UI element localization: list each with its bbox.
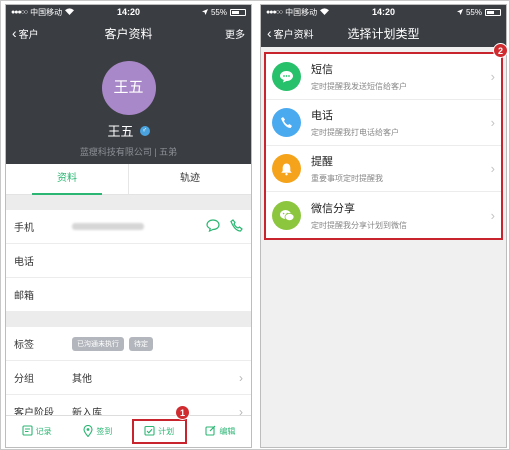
contact-section: 手机 电话 邮箱 xyxy=(6,210,251,312)
plan-desc: 重要事项定时提醒我 xyxy=(311,174,383,183)
chevron-right-icon: › xyxy=(490,161,495,176)
status-bar: ●●●○○ 中国移动 14:20 55% xyxy=(261,5,506,19)
email-label: 邮箱 xyxy=(14,291,34,302)
plan-label: 计划 xyxy=(158,427,175,436)
mobile-label: 手机 xyxy=(14,223,34,234)
plan-title: 电话 xyxy=(311,110,333,122)
chevron-right-icon: › xyxy=(490,69,495,84)
email-row[interactable]: 邮箱 xyxy=(6,278,251,312)
tag-chip: 已沟通未执行 xyxy=(72,336,124,351)
gender-icon: ♂ xyxy=(139,125,150,136)
tags-row[interactable]: 标签 已沟通未执行 待定 xyxy=(6,327,251,361)
more-button[interactable]: 更多 xyxy=(225,26,245,41)
mobile-row[interactable]: 手机 xyxy=(6,210,251,244)
group-value: 其他 xyxy=(72,374,92,385)
phone-icon xyxy=(272,108,301,137)
chevron-right-icon: › xyxy=(490,115,495,130)
customer-name-row: 王五 ♂ xyxy=(107,121,150,140)
plan-item-sms[interactable]: 短信 定时提醒我发送短信给客户 › xyxy=(266,54,501,100)
tags-label: 标签 xyxy=(14,340,34,351)
bell-icon xyxy=(272,154,301,183)
group-row[interactable]: 分组 其他 › xyxy=(6,361,251,395)
plan-title: 微信分享 xyxy=(311,202,355,215)
plan-title: 短信 xyxy=(311,64,333,76)
plan-item-reminder[interactable]: 提醒 重要事项定时提醒我 › xyxy=(266,146,501,192)
avatar[interactable]: 王五 xyxy=(101,61,156,115)
step-badge-2: 2 xyxy=(493,43,508,58)
plan-type-list: 短信 定时提醒我发送短信给客户 › 电话 定时提醒我打电话给客户 › 提醒 重要… xyxy=(264,52,503,240)
plan-desc: 定时提醒我打电话给客户 xyxy=(311,128,399,137)
checkin-button[interactable]: 签到 xyxy=(67,416,128,447)
back-label: 客户 xyxy=(18,29,39,41)
location-pin-icon xyxy=(83,424,93,439)
plan-icon xyxy=(144,425,155,438)
bottom-toolbar: 记录 签到 计划 编辑 xyxy=(6,415,251,447)
section-gap xyxy=(6,195,251,210)
profile-header: 王五 王五 ♂ 蓝瘦科技有限公司 | 五弟 xyxy=(6,47,251,164)
telephone-row[interactable]: 电话 xyxy=(6,244,251,278)
customer-profile-screen: ●●●○○ 中国移动 14:20 55% ‹ 客户 客户资料 更多 王五 王五 … xyxy=(5,4,252,448)
profile-tabs: 资料 轨迹 xyxy=(6,164,251,195)
status-time: 14:20 xyxy=(371,7,396,17)
tab-trajectory[interactable]: 轨迹 xyxy=(128,164,251,194)
step-badge-1: 1 xyxy=(175,405,190,420)
record-button[interactable]: 记录 xyxy=(6,416,67,447)
screenshot-frame: ●●●○○ 中国移动 14:20 55% ‹ 客户 客户资料 更多 王五 王五 … xyxy=(0,0,510,450)
message-icon[interactable] xyxy=(206,218,220,235)
edit-icon xyxy=(205,425,216,438)
plan-button[interactable]: 计划 xyxy=(129,416,190,447)
nav-bar: ‹ 客户 客户资料 更多 xyxy=(6,19,251,47)
phone-call-icon[interactable] xyxy=(230,218,243,235)
status-bar: ●●●○○ 中国移动 14:20 55% xyxy=(6,5,251,19)
page-title: 客户资料 xyxy=(104,26,153,41)
chevron-left-icon: ‹ xyxy=(267,25,272,41)
section-gap xyxy=(6,312,251,327)
checkin-label: 签到 xyxy=(96,427,113,436)
status-time: 14:20 xyxy=(116,7,141,17)
plan-title: 提醒 xyxy=(311,156,333,168)
plan-type-screen: ●●●○○ 中国移动 14:20 55% ‹ 客户资料 选择计划类型 短信 定时… xyxy=(260,4,507,448)
customer-company: 蓝瘦科技有限公司 | 五弟 xyxy=(79,147,178,157)
group-label: 分组 xyxy=(14,374,34,385)
edit-button[interactable]: 编辑 xyxy=(190,416,251,447)
record-label: 记录 xyxy=(35,427,52,436)
customer-name: 王五 xyxy=(107,124,134,139)
mobile-value-blurred xyxy=(72,223,144,230)
plan-item-phone[interactable]: 电话 定时提醒我打电话给客户 › xyxy=(266,100,501,146)
edit-label: 编辑 xyxy=(219,427,236,436)
chevron-right-icon: › xyxy=(490,207,495,223)
chevron-right-icon: › xyxy=(239,370,243,385)
tab-profile[interactable]: 资料 xyxy=(6,164,128,195)
battery-icon xyxy=(230,8,246,16)
wechat-icon xyxy=(272,200,301,230)
battery-icon xyxy=(485,8,501,16)
tag-chip: 待定 xyxy=(129,336,153,351)
plan-item-wechat[interactable]: 微信分享 定时提醒我分享计划到微信 › xyxy=(266,192,501,238)
back-label: 客户资料 xyxy=(273,29,314,41)
back-button[interactable]: ‹ 客户 xyxy=(12,26,39,41)
nav-bar: ‹ 客户资料 选择计划类型 xyxy=(261,19,506,47)
sms-icon xyxy=(272,62,301,91)
telephone-label: 电话 xyxy=(14,257,34,268)
plan-desc: 定时提醒我分享计划到微信 xyxy=(311,220,407,230)
info-section: 标签 已沟通未执行 待定 分组 其他 › 客户阶段 新入库 › xyxy=(6,327,251,429)
record-icon xyxy=(22,425,33,438)
chevron-left-icon: ‹ xyxy=(12,25,17,41)
plan-desc: 定时提醒我发送短信给客户 xyxy=(311,82,407,91)
back-button[interactable]: ‹ 客户资料 xyxy=(267,26,314,41)
